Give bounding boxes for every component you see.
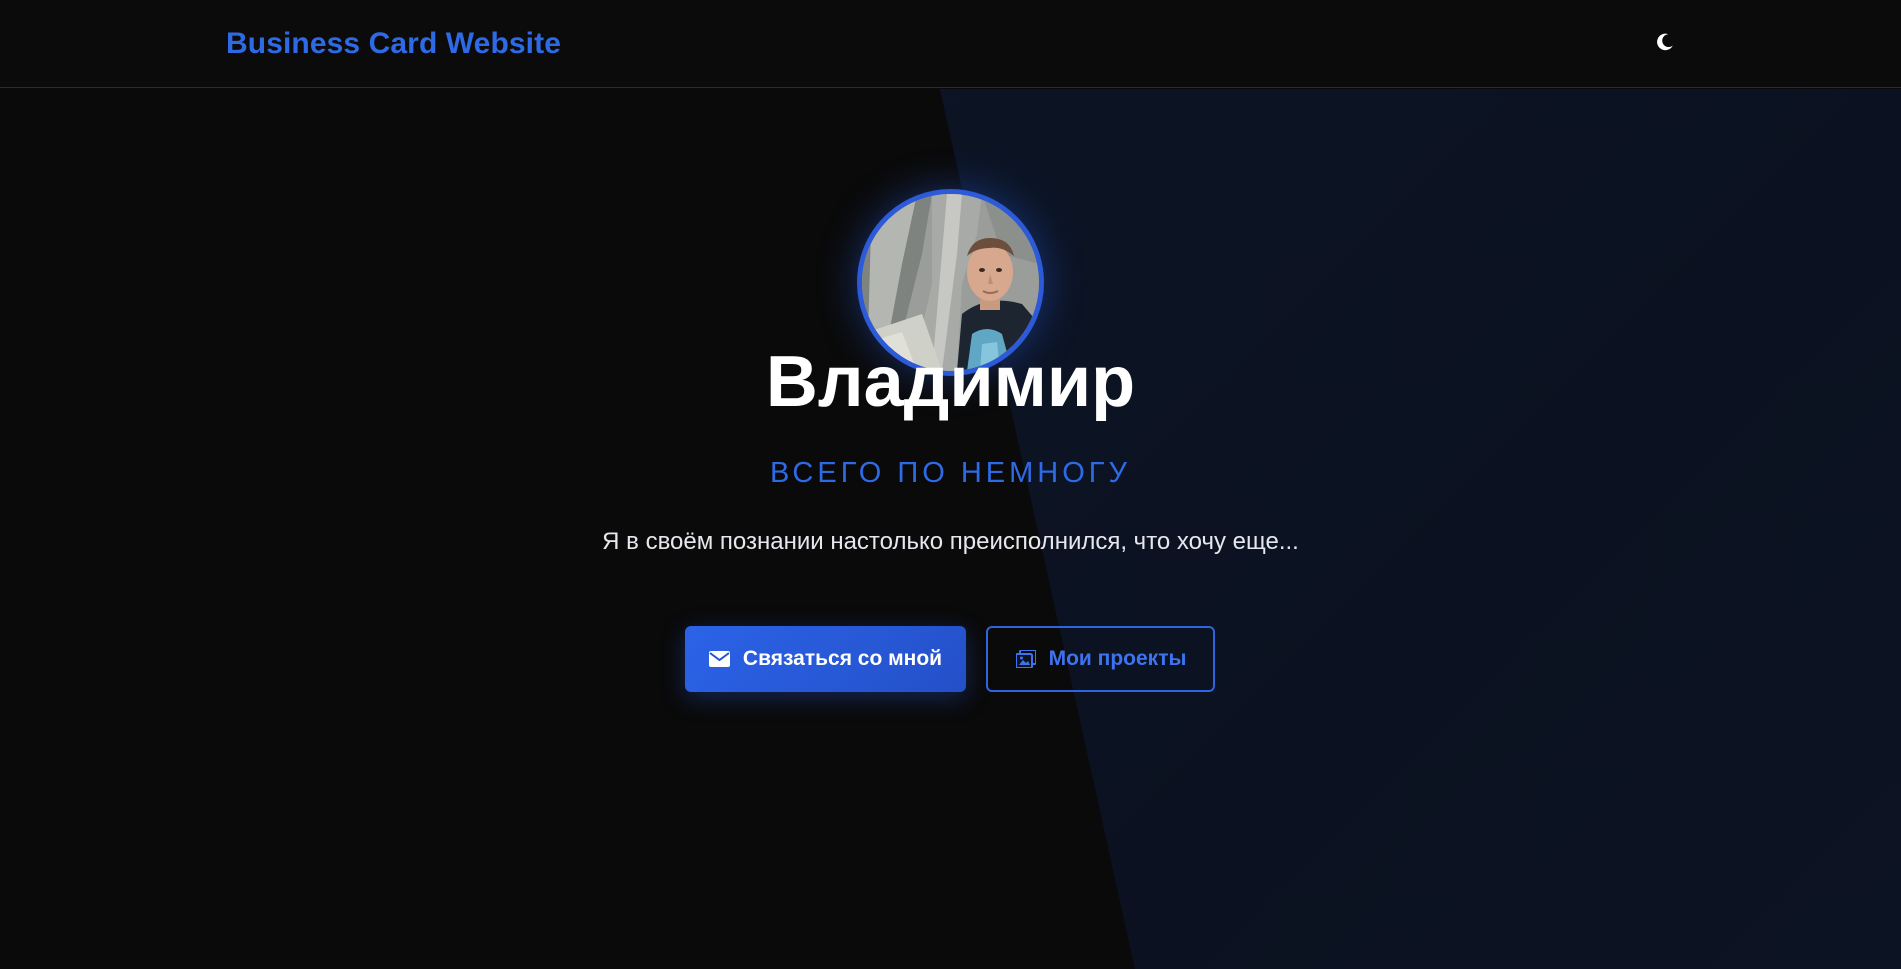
site-header: Business Card Website [0, 0, 1901, 88]
moon-icon [1654, 31, 1676, 56]
brand-logo[interactable]: Business Card Website [226, 26, 561, 62]
image-gallery-icon [1015, 648, 1037, 670]
page: Business Card Website Владимир ВСЕГО ПО … [0, 0, 1901, 969]
projects-button[interactable]: Мои проекты [986, 626, 1215, 692]
profile-subtitle: ВСЕГО ПО НЕМНОГУ [770, 457, 1131, 489]
contact-button[interactable]: Связаться со мной [685, 626, 966, 692]
contact-button-label: Связаться со мной [742, 647, 943, 670]
projects-button-label: Мои проекты [1048, 647, 1187, 670]
theme-toggle-button[interactable] [1650, 28, 1680, 58]
profile-name: Владимир [765, 342, 1136, 422]
envelope-icon [709, 648, 731, 670]
profile-bio: Я в своём познании настолько преисполнил… [602, 528, 1299, 555]
